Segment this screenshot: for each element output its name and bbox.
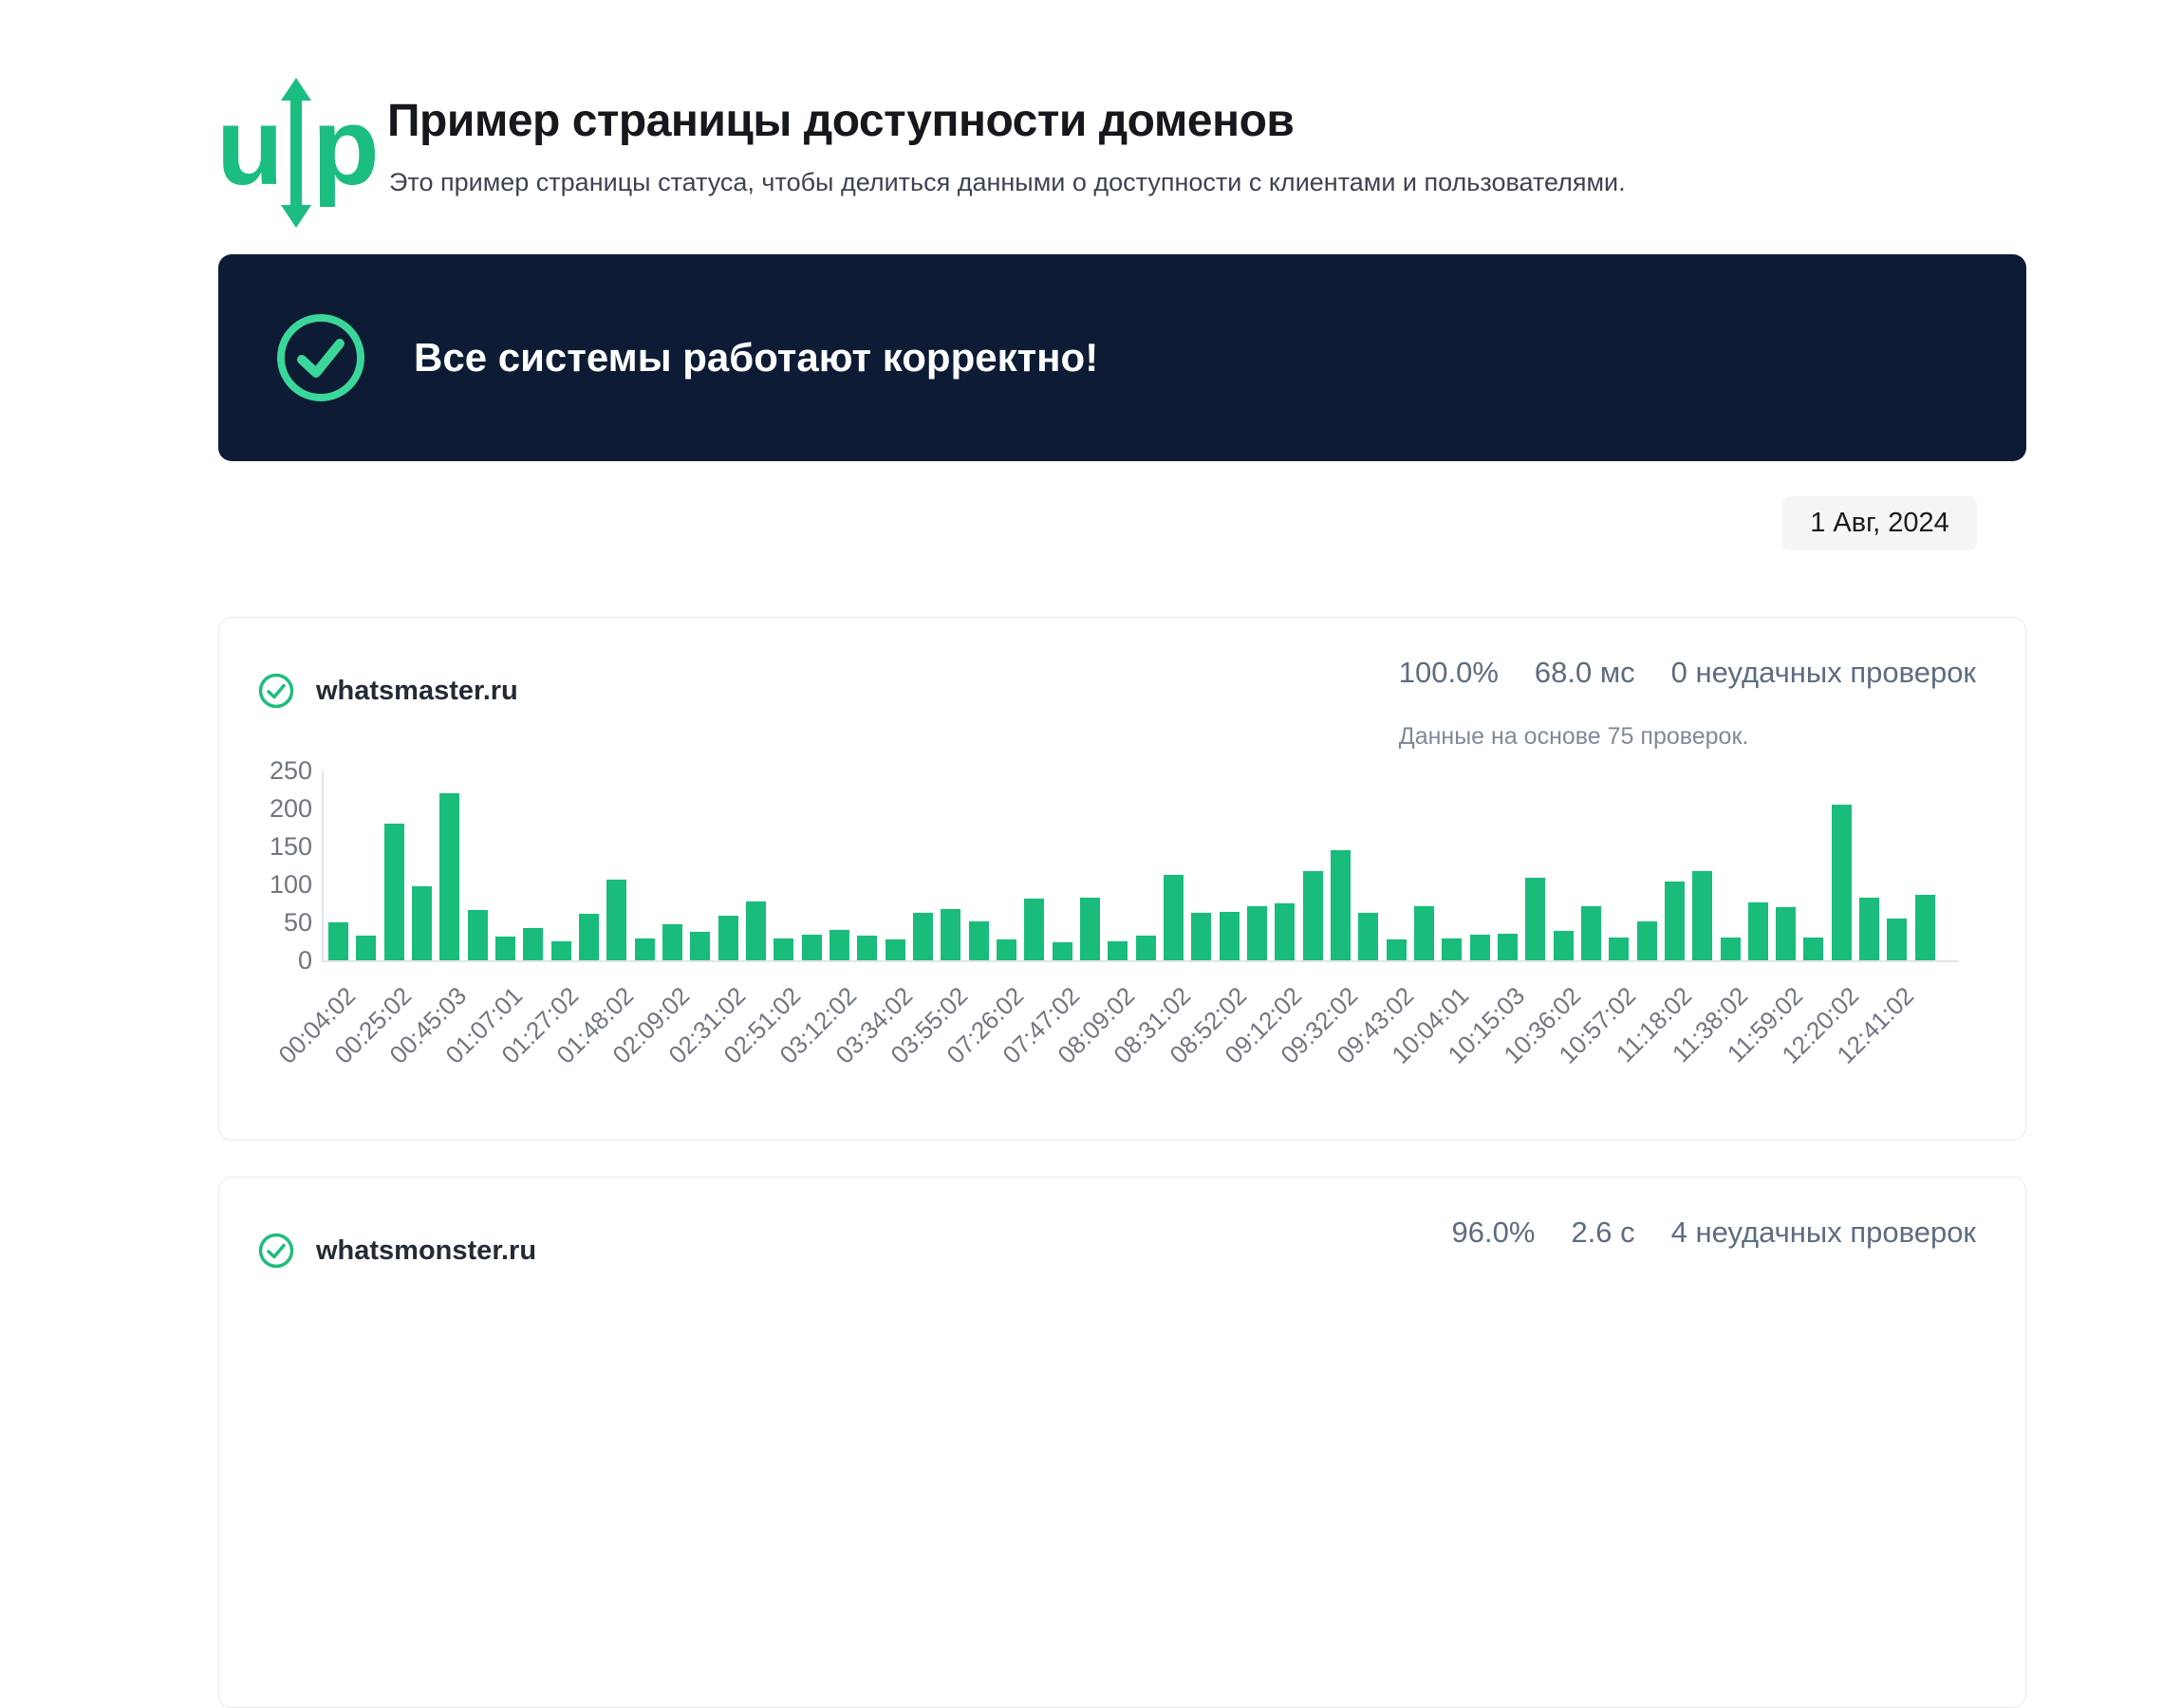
chart-bar bbox=[1581, 906, 1601, 960]
chart-bar bbox=[1191, 913, 1211, 960]
avg-response-time: 2.6 с bbox=[1571, 1216, 1634, 1250]
y-axis-tick-label: 100 bbox=[236, 870, 312, 899]
y-axis-tick-label: 150 bbox=[236, 832, 312, 861]
chart-bar bbox=[1609, 938, 1629, 960]
chart-bar bbox=[830, 930, 849, 960]
chart-bar bbox=[1887, 919, 1907, 960]
chart-bar bbox=[1692, 871, 1712, 960]
chart-bar bbox=[1832, 805, 1852, 960]
response-time-chart bbox=[322, 770, 1958, 962]
chart-bar bbox=[1358, 913, 1378, 960]
chart-bar bbox=[1164, 875, 1184, 960]
chart-bar bbox=[1136, 936, 1156, 960]
monitor-card-whatsmaster: whatsmaster.ru 100.0% 68.0 мс 0 неудачны… bbox=[218, 617, 2026, 1141]
chart-bar bbox=[1776, 907, 1796, 960]
monitor-stats: 100.0% 68.0 мс 0 неудачных проверок Данн… bbox=[1399, 656, 1976, 751]
y-axis-tick-label: 50 bbox=[236, 908, 312, 937]
page-title: Пример страницы доступности доменов bbox=[387, 95, 1294, 147]
chart-bar bbox=[1721, 938, 1741, 960]
date-badge: 1 Авг, 2024 bbox=[1782, 496, 1977, 550]
check-circle-icon bbox=[257, 672, 295, 710]
monitor-stats: 96.0% 2.6 с 4 неудачных проверок bbox=[1452, 1216, 1976, 1250]
status-banner: Все системы работают корректно! bbox=[218, 254, 2026, 461]
chart-bar bbox=[913, 913, 933, 960]
chart-bar bbox=[1859, 898, 1879, 960]
chart-bar bbox=[718, 916, 738, 960]
chart-bar bbox=[1303, 871, 1323, 960]
uptime-logo: up bbox=[216, 91, 368, 233]
page-subtitle: Это пример страницы статуса, чтобы делит… bbox=[389, 168, 1626, 197]
chart-bar bbox=[885, 939, 905, 960]
uptime-percent: 96.0% bbox=[1452, 1216, 1536, 1250]
chart-bar bbox=[969, 921, 989, 960]
monitor-header: whatsmaster.ru bbox=[257, 672, 518, 710]
checks-note: Данные на основе 75 проверок. bbox=[1399, 722, 1976, 751]
status-page: { "header": { "logo_text": "up", "title"… bbox=[0, 0, 2181, 1256]
chart-bar bbox=[690, 932, 710, 960]
status-banner-message: Все системы работают корректно! bbox=[414, 335, 1098, 381]
y-axis-tick-label: 250 bbox=[236, 756, 312, 785]
chart-bar bbox=[1080, 898, 1100, 960]
chart-bar bbox=[941, 909, 960, 960]
chart-bar bbox=[802, 935, 822, 960]
failed-checks: 0 неудачных проверок bbox=[1671, 656, 1976, 690]
chart-bar bbox=[635, 938, 655, 960]
chart-bar bbox=[495, 937, 515, 960]
chart-bar bbox=[1748, 902, 1768, 960]
chart-bar bbox=[1331, 850, 1351, 960]
chart-bar bbox=[356, 936, 376, 960]
chart-bar bbox=[1915, 895, 1935, 960]
chart-bar bbox=[551, 941, 571, 960]
uptime-percent: 100.0% bbox=[1399, 656, 1499, 690]
chart-bar bbox=[1108, 941, 1128, 960]
chart-bar bbox=[1275, 903, 1295, 960]
chart-bar bbox=[1247, 906, 1267, 960]
y-axis-tick-label: 0 bbox=[236, 946, 312, 975]
chart-bar bbox=[1665, 882, 1685, 960]
chart-bar bbox=[857, 936, 877, 960]
chart-bar bbox=[468, 910, 488, 960]
chart-bar bbox=[1024, 899, 1044, 960]
chart-bar bbox=[1637, 921, 1657, 960]
chart-bar bbox=[774, 938, 793, 960]
chart-bar bbox=[1053, 942, 1072, 960]
monitor-card-whatsmonster: whatsmonster.ru 96.0% 2.6 с 4 неудачных … bbox=[218, 1177, 2026, 1708]
chart-bar bbox=[662, 924, 682, 960]
chart-bar bbox=[523, 928, 543, 960]
chart-bar bbox=[746, 901, 766, 960]
monitor-header: whatsmonster.ru bbox=[257, 1232, 536, 1270]
monitor-stats-row: 100.0% 68.0 мс 0 неудачных проверок bbox=[1399, 656, 1976, 690]
monitor-stats-row: 96.0% 2.6 с 4 неудачных проверок bbox=[1452, 1216, 1976, 1250]
avg-response-time: 68.0 мс bbox=[1535, 656, 1635, 690]
chart-bar bbox=[1442, 938, 1462, 960]
chart-bar bbox=[412, 886, 432, 960]
chart-bar bbox=[997, 939, 1016, 960]
chart-bar bbox=[1498, 934, 1518, 960]
chart-bar bbox=[328, 922, 348, 960]
chart-bar bbox=[579, 914, 599, 960]
check-circle-icon bbox=[257, 1232, 295, 1270]
chart-bar bbox=[1220, 912, 1240, 960]
monitor-domain: whatsmaster.ru bbox=[316, 676, 518, 707]
check-circle-icon bbox=[273, 310, 368, 405]
monitor-domain: whatsmonster.ru bbox=[316, 1235, 536, 1267]
chart-bar bbox=[1387, 939, 1407, 960]
chart-bar bbox=[606, 880, 626, 960]
failed-checks: 4 неудачных проверок bbox=[1671, 1216, 1976, 1250]
chart-bar bbox=[1554, 931, 1574, 960]
chart-bar bbox=[1803, 938, 1823, 960]
chart-bar bbox=[1525, 878, 1545, 960]
chart-bar bbox=[1414, 906, 1434, 960]
chart-bar bbox=[439, 793, 459, 960]
chart-bar bbox=[384, 824, 404, 960]
y-axis-tick-label: 200 bbox=[236, 794, 312, 823]
chart-bar bbox=[1470, 935, 1490, 960]
up-down-arrow-icon bbox=[279, 78, 313, 228]
